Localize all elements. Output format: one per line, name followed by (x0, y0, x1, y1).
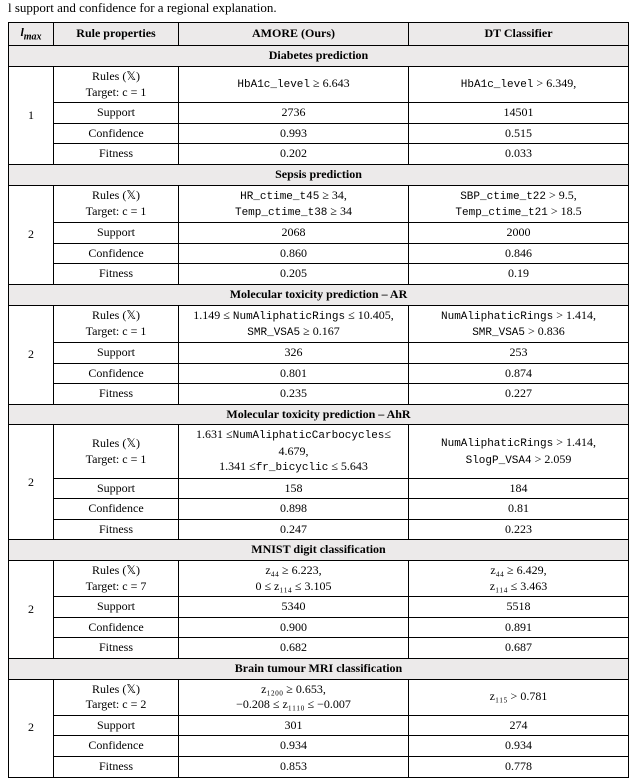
rules-dt: NumAliphaticRings > 1.414,SlogP_VSA4 > 2… (409, 425, 629, 478)
metric-amore: 0.235 (179, 384, 409, 405)
metric-amore: 326 (179, 343, 409, 364)
rules-label: Rules (𝕏)Target: c = 1 (54, 305, 179, 343)
metric-label: Fitness (54, 756, 179, 777)
rules-amore: z₄₄ ≥ 6.223,0 ≤ z₁₁₄ ≤ 3.105 (179, 561, 409, 597)
rules-amore: z₁₂₀₀ ≥ 0.653,−0.208 ≤ z₁₁₁₀ ≤ −0.007 (179, 679, 409, 715)
metric-label: Fitness (54, 638, 179, 659)
metric-dt: 0.515 (409, 123, 629, 144)
rules-label: Rules (𝕏)Target: c = 7 (54, 561, 179, 597)
header-rule-properties: Rule properties (54, 23, 179, 46)
metric-amore: 0.898 (179, 499, 409, 520)
metric-dt: 274 (409, 715, 629, 736)
metric-dt: 0.874 (409, 363, 629, 384)
metric-dt: 253 (409, 343, 629, 364)
metric-dt: 5518 (409, 597, 629, 618)
metric-dt: 2000 (409, 223, 629, 244)
metric-dt: 0.778 (409, 756, 629, 777)
metric-amore: 158 (179, 478, 409, 499)
rules-label: Rules (𝕏)Target: c = 1 (54, 425, 179, 478)
metric-label: Fitness (54, 144, 179, 165)
lmax-cell: 2 (9, 679, 54, 777)
caption-fragment: l support and confidence for a regional … (0, 0, 640, 22)
rules-label: Rules (𝕏)Target: c = 1 (54, 185, 179, 223)
metric-dt: 0.846 (409, 243, 629, 264)
rules-dt: SBP_ctime_t22 > 9.5,Temp_ctime_t21 > 18.… (409, 185, 629, 223)
metric-label: Confidence (54, 736, 179, 757)
metric-label: Support (54, 103, 179, 124)
header-amore: AMORE (Ours) (179, 23, 409, 46)
lmax-cell: 2 (9, 561, 54, 659)
lmax-cell: 2 (9, 305, 54, 404)
metric-label: Confidence (54, 499, 179, 520)
metric-dt: 0.227 (409, 384, 629, 405)
metric-label: Fitness (54, 384, 179, 405)
metric-dt: 0.223 (409, 519, 629, 540)
header-dt: DT Classifier (409, 23, 629, 46)
metric-label: Support (54, 597, 179, 618)
rules-label: Rules (𝕏)Target: c = 1 (54, 66, 179, 102)
results-table: lmax Rule properties AMORE (Ours) DT Cla… (8, 22, 629, 778)
metric-amore: 2068 (179, 223, 409, 244)
metric-amore: 5340 (179, 597, 409, 618)
metric-label: Confidence (54, 363, 179, 384)
metric-amore: 0.934 (179, 736, 409, 757)
table-header-row: lmax Rule properties AMORE (Ours) DT Cla… (9, 23, 629, 46)
lmax-cell: 2 (9, 425, 54, 540)
lmax-cell: 2 (9, 185, 54, 284)
metric-amore: 0.853 (179, 756, 409, 777)
metric-amore: 0.993 (179, 123, 409, 144)
metric-amore: 2736 (179, 103, 409, 124)
section-title: Sepsis prediction (9, 164, 629, 185)
section-title: Molecular toxicity prediction – AR (9, 284, 629, 305)
metric-amore: 0.801 (179, 363, 409, 384)
metric-label: Support (54, 343, 179, 364)
section-title: Diabetes prediction (9, 46, 629, 67)
metric-label: Support (54, 715, 179, 736)
metric-label: Support (54, 478, 179, 499)
rules-amore: 1.149 ≤ NumAliphaticRings ≤ 10.405,SMR_V… (179, 305, 409, 343)
metric-dt: 0.033 (409, 144, 629, 165)
rules-dt: z₁₁₅ > 0.781 (409, 679, 629, 715)
metric-label: Support (54, 223, 179, 244)
metric-dt: 0.19 (409, 264, 629, 285)
metric-amore: 0.860 (179, 243, 409, 264)
section-title: Brain tumour MRI classification (9, 659, 629, 680)
metric-label: Fitness (54, 519, 179, 540)
metric-label: Confidence (54, 617, 179, 638)
metric-amore: 301 (179, 715, 409, 736)
metric-amore: 0.682 (179, 638, 409, 659)
metric-dt: 184 (409, 478, 629, 499)
metric-amore: 0.205 (179, 264, 409, 285)
section-title: Molecular toxicity prediction – AhR (9, 404, 629, 425)
lmax-cell: 1 (9, 66, 54, 164)
metric-dt: 14501 (409, 103, 629, 124)
metric-label: Confidence (54, 243, 179, 264)
metric-amore: 0.247 (179, 519, 409, 540)
rules-amore: HbA1c_level ≥ 6.643 (179, 66, 409, 102)
metric-label: Fitness (54, 264, 179, 285)
metric-dt: 0.934 (409, 736, 629, 757)
metric-label: Confidence (54, 123, 179, 144)
rules-dt: z₄₄ ≥ 6.429,z₁₁₄ ≤ 3.463 (409, 561, 629, 597)
rules-amore: 1.631 ≤NumAliphaticCarbocycles≤ 4.679,1.… (179, 425, 409, 478)
header-lmax: lmax (9, 23, 54, 46)
rules-dt: NumAliphaticRings > 1.414,SMR_VSA5 > 0.8… (409, 305, 629, 343)
metric-dt: 0.687 (409, 638, 629, 659)
section-title: MNIST digit classification (9, 540, 629, 561)
metric-dt: 0.81 (409, 499, 629, 520)
rules-dt: HbA1c_level > 6.349, (409, 66, 629, 102)
metric-dt: 0.891 (409, 617, 629, 638)
rules-amore: HR_ctime_t45 ≥ 34,Temp_ctime_t38 ≥ 34 (179, 185, 409, 223)
metric-amore: 0.900 (179, 617, 409, 638)
rules-label: Rules (𝕏)Target: c = 2 (54, 679, 179, 715)
metric-amore: 0.202 (179, 144, 409, 165)
